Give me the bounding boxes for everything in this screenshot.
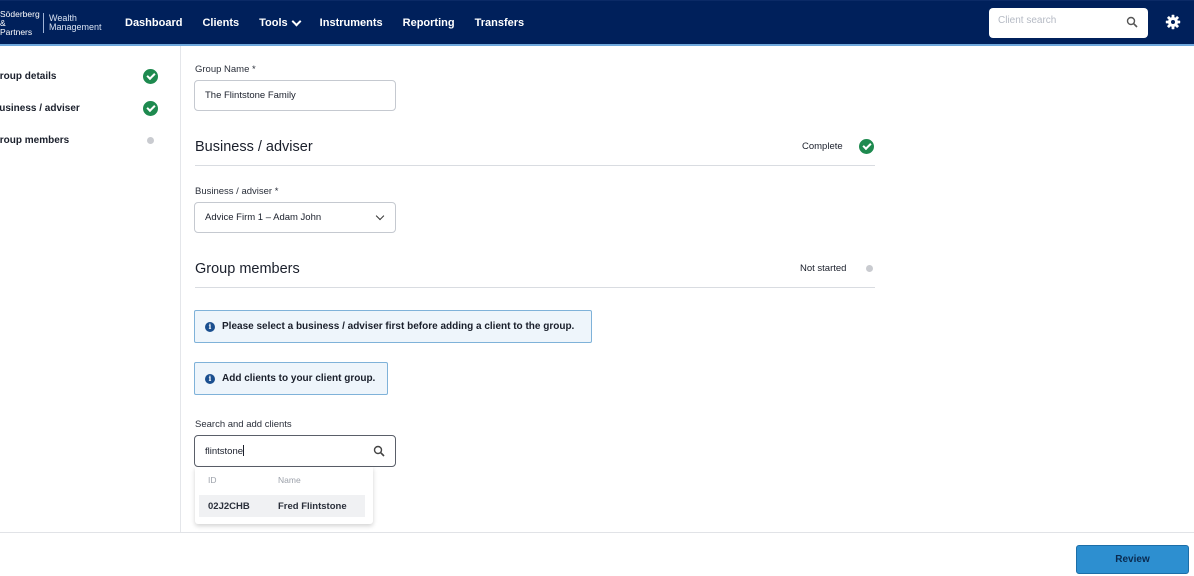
client-search-box[interactable] <box>989 8 1148 38</box>
business-section-title: Business / adviser <box>195 139 313 155</box>
nav-item-label: Instruments <box>319 17 383 29</box>
results-column-name: Name <box>278 475 301 485</box>
nav-item-instruments[interactable]: Instruments <box>320 17 383 29</box>
search-results-dropdown: ID Name 02J2CHB Fred Flintstone <box>195 467 373 524</box>
nav-item-clients[interactable]: Clients <box>202 17 239 29</box>
section-divider <box>195 287 875 288</box>
company-logo[interactable]: Söderberg & Partners Wealth Management <box>0 8 111 37</box>
business-adviser-select[interactable]: Advice Firm 1 – Adam John <box>194 202 396 233</box>
sidebar-step-label: Business / adviser <box>0 102 80 114</box>
results-column-id: ID <box>208 475 217 485</box>
footer-bar <box>0 532 1194 576</box>
members-section-title: Group members <box>195 261 300 277</box>
search-icon[interactable] <box>373 445 385 457</box>
pending-dot-icon <box>866 265 873 272</box>
members-section-status: Not started <box>800 263 847 274</box>
sidebar-step-label: Group members <box>0 134 70 146</box>
business-adviser-label: Business / adviser * <box>195 186 279 197</box>
search-clients-text: flintstone <box>205 446 244 457</box>
group-name-field[interactable]: The Flintstone Family <box>194 80 396 111</box>
info-icon: i <box>205 373 215 384</box>
checkmark-icon <box>859 139 874 154</box>
logo-company-name: Söderberg & Partners <box>0 8 40 37</box>
group-name-value: The Flintstone Family <box>205 90 296 101</box>
search-icon[interactable] <box>1126 16 1138 28</box>
nav-item-transfers[interactable]: Transfers <box>475 17 525 29</box>
chevron-down-icon <box>291 16 302 26</box>
search-clients-input-value: flintstone <box>205 445 245 457</box>
info-add-clients-banner: i Add clients to your client group. <box>194 362 388 395</box>
text-caret <box>243 445 245 456</box>
result-row[interactable]: 02J2CHB Fred Flintstone <box>199 495 365 517</box>
search-clients-label: Search and add clients <box>195 419 292 430</box>
nav-item-tools[interactable]: Tools <box>259 16 302 29</box>
result-name: Fred Flintstone <box>278 501 347 512</box>
info-message: Add clients to your client group. <box>222 373 376 384</box>
client-search-input[interactable] <box>998 15 1118 26</box>
sidebar-step-group-members[interactable]: Group members <box>0 130 181 150</box>
sidebar-step-group-details[interactable]: Group details <box>0 66 181 86</box>
info-message: Please select a business / adviser first… <box>222 321 575 332</box>
business-adviser-value: Advice Firm 1 – Adam John <box>205 212 322 223</box>
info-select-business-banner: i Please select a business / adviser fir… <box>194 310 592 343</box>
main-nav: Dashboard Clients Tools Instruments Repo… <box>125 1 544 45</box>
review-button[interactable]: Review <box>1076 545 1189 574</box>
nav-item-label: Clients <box>202 17 240 29</box>
section-divider <box>195 165 875 166</box>
checkmark-icon <box>143 101 158 116</box>
result-id: 02J2CHB <box>208 501 250 512</box>
nav-item-dashboard[interactable]: Dashboard <box>125 17 182 29</box>
search-clients-input[interactable]: flintstone <box>194 435 396 467</box>
checkmark-icon <box>143 69 158 84</box>
top-navigation-bar: Söderberg & Partners Wealth Management D… <box>0 0 1194 44</box>
nav-item-label: Dashboard <box>125 17 183 29</box>
sidebar-step-label: Group details <box>0 70 57 82</box>
chevron-down-icon <box>375 211 385 221</box>
logo-division-name: Wealth Management <box>49 13 102 32</box>
business-section-status: Complete <box>802 141 843 152</box>
nav-item-reporting[interactable]: Reporting <box>403 17 455 29</box>
logo-divider <box>43 13 44 33</box>
info-icon: i <box>205 321 215 332</box>
nav-item-label: Tools <box>259 17 288 29</box>
nav-item-label: Reporting <box>402 17 455 29</box>
pending-dot-icon <box>147 137 154 144</box>
gear-icon[interactable] <box>1165 14 1181 30</box>
nav-item-label: Transfers <box>474 17 525 29</box>
sidebar-step-business-adviser[interactable]: Business / adviser <box>0 98 181 118</box>
group-name-label: Group Name * <box>195 64 256 75</box>
progress-sidebar: Group details Business / adviser Group m… <box>0 46 181 532</box>
